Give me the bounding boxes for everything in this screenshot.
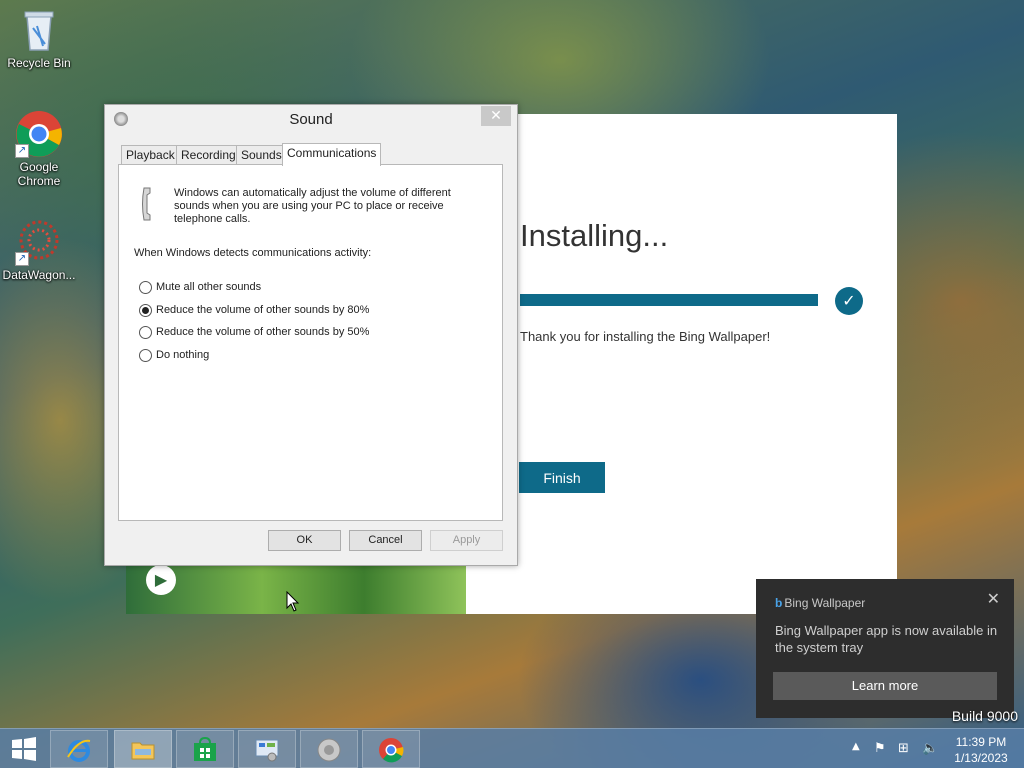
communications-panel: Windows can automatically adjust the vol… [118, 164, 503, 521]
taskbar: ▲ ⚑ ⊞ 🔈 11:39 PM 1/13/2023 [0, 728, 1024, 768]
installer-title: Installing... [520, 218, 669, 253]
apply-button[interactable]: Apply [430, 530, 503, 551]
taskbar-file-explorer[interactable] [114, 730, 172, 768]
volume-icon[interactable]: 🔈 [922, 741, 938, 756]
system-clock[interactable]: 11:39 PM 1/13/2023 [950, 734, 1012, 766]
radio-button[interactable] [139, 349, 152, 362]
toast-app-name: b Bing Wallpaper [775, 596, 865, 610]
desktop-icon-label: Google Chrome [17, 160, 61, 188]
bing-installer-window: Installing... ✓ Thank you for installing… [466, 114, 897, 614]
checkmark-icon: ✓ [835, 287, 863, 315]
bing-icon: b [775, 596, 783, 610]
desktop-icon-label: DataWagon... [2, 268, 76, 282]
install-progress-bar [520, 294, 818, 306]
network-icon[interactable]: ⊞ [898, 741, 909, 756]
radio-button[interactable] [139, 281, 152, 294]
taskbar-chrome[interactable] [362, 730, 420, 768]
option-label: Reduce the volume of other sounds by 80% [156, 304, 370, 316]
desktop-icon-recycle-bin[interactable]: Recycle Bin [1, 6, 77, 70]
speaker-icon [317, 738, 341, 762]
finish-button[interactable]: Finish [519, 462, 605, 493]
store-icon [194, 737, 216, 761]
radio-button[interactable] [139, 326, 152, 339]
clock-time: 11:39 PM [955, 735, 1007, 749]
installer-message: Thank you for installing the Bing Wallpa… [520, 329, 771, 344]
show-hidden-icons-icon[interactable]: ▲ [852, 741, 860, 752]
option-label: Reduce the volume of other sounds by 50% [156, 326, 370, 338]
chrome-icon: ↗ [15, 110, 63, 158]
windows-start-icon[interactable] [8, 737, 40, 761]
panel-description: Windows can automatically adjust the vol… [174, 187, 451, 225]
option-label: Do nothing [156, 349, 210, 361]
taskbar-store[interactable] [176, 730, 234, 768]
build-watermark: Build 9000 [951, 708, 1018, 724]
panel-lead-text: When Windows detects communications acti… [134, 247, 372, 259]
tab-sounds[interactable]: Sounds [236, 145, 287, 165]
dialog-titlebar[interactable]: Sound ✕ [105, 105, 517, 133]
control-panel-icon [255, 739, 279, 762]
cancel-button[interactable]: Cancel [349, 530, 422, 551]
dialog-title: Sound [289, 111, 333, 128]
shortcut-arrow-icon: ↗ [15, 144, 29, 158]
shortcut-arrow-icon: ↗ [15, 252, 29, 266]
action-center-flag-icon[interactable]: ⚑ [874, 741, 886, 756]
learn-more-button[interactable]: Learn more [773, 672, 997, 700]
telephone-icon [142, 187, 151, 221]
chrome-icon [379, 738, 404, 763]
desktop-icon-google-chrome[interactable]: ↗ Google Chrome [1, 110, 77, 188]
taskbar-internet-explorer[interactable] [50, 730, 108, 768]
tab-communications[interactable]: Communications [282, 143, 382, 166]
notification-toast[interactable]: b Bing Wallpaper ✕ Bing Wallpaper app is … [756, 579, 1014, 718]
clock-date: 1/13/2023 [954, 751, 1008, 765]
bing-logo-icon: ▶ [146, 565, 176, 595]
option-label: Mute all other sounds [156, 281, 262, 293]
desktop-icon-label: Recycle Bin [7, 56, 71, 70]
toast-message: Bing Wallpaper app is now available in t… [775, 623, 998, 655]
tab-recording[interactable]: Recording [176, 145, 241, 165]
datawagon-icon: ↗ [15, 218, 63, 266]
folder-icon [131, 742, 155, 760]
ok-button[interactable]: OK [268, 530, 341, 551]
taskbar-control-panel[interactable] [238, 730, 296, 768]
recycle-bin-icon [15, 6, 63, 54]
close-button[interactable]: ✕ [481, 106, 511, 126]
radio-button-selected[interactable] [139, 304, 152, 317]
taskbar-sound[interactable] [300, 730, 358, 768]
close-icon[interactable]: ✕ [987, 589, 1000, 609]
toast-app-label: Bing Wallpaper [784, 596, 866, 610]
desktop-icon-datawagon[interactable]: ↗ DataWagon... [1, 218, 77, 282]
internet-explorer-icon [67, 739, 91, 762]
sound-dialog: Sound ✕ Playback Recording Sounds Commun… [104, 104, 518, 566]
tab-playback[interactable]: Playback [121, 145, 180, 165]
mouse-cursor-icon [286, 591, 300, 612]
